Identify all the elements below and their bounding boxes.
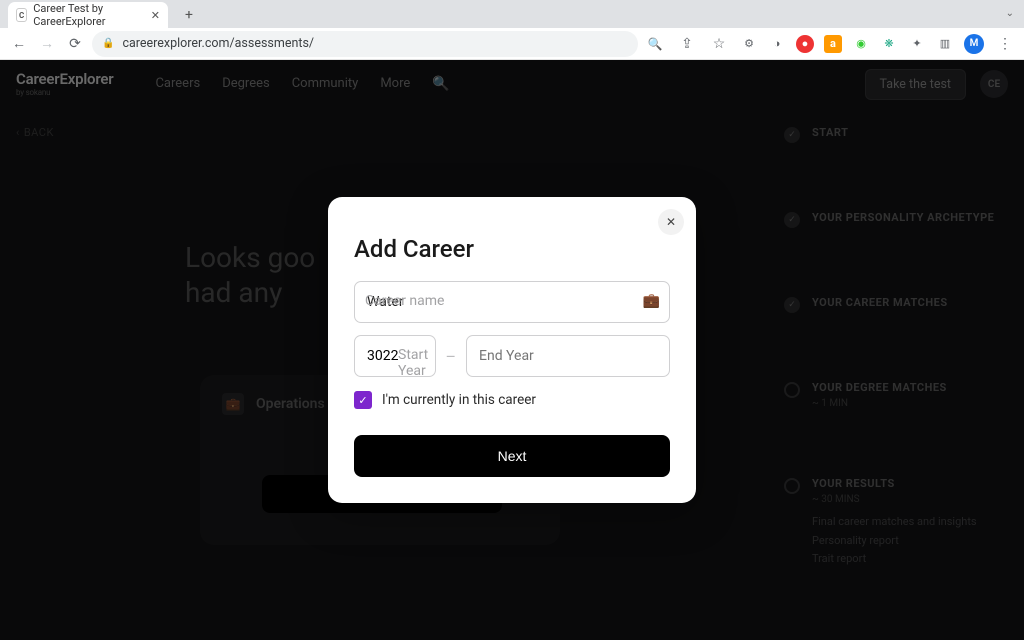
url-text: careerexplorer.com/assessments/	[122, 36, 314, 51]
year-separator: –	[446, 347, 457, 366]
extension-icon-5[interactable]: ◉	[852, 35, 870, 53]
extension-icon-3[interactable]: ●	[796, 35, 814, 53]
chrome-menu-icon[interactable]: ⋮	[994, 33, 1016, 55]
end-year-input[interactable]	[466, 335, 670, 377]
reload-button[interactable]: ⟳	[64, 33, 86, 55]
tab-strip: C Career Test by CareerExplorer ✕ + ⌄	[0, 0, 1024, 28]
modal-title: Add Career	[354, 235, 670, 263]
new-tab-button[interactable]: +	[178, 4, 200, 26]
checkbox-label: I'm currently in this career	[382, 392, 536, 408]
extension-icon-4[interactable]: a	[824, 35, 842, 53]
extension-icon-1[interactable]: ⚙	[740, 35, 758, 53]
page-body: CareerExplorer by sokanu Careers Degrees…	[0, 60, 1024, 640]
modal-overlay[interactable]: ✕ Add Career Career name 💼 Start Year – …	[0, 60, 1024, 640]
tab-close-icon[interactable]: ✕	[151, 9, 160, 22]
extension-icon-2[interactable]: ◑	[768, 35, 786, 53]
tabs-dropdown-icon[interactable]: ⌄	[1006, 8, 1014, 19]
current-career-checkbox-row[interactable]: ✓ I'm currently in this career	[354, 391, 670, 409]
profile-avatar[interactable]: M	[964, 34, 984, 54]
extension-icon-6[interactable]: ❋	[880, 35, 898, 53]
browser-chrome: C Career Test by CareerExplorer ✕ + ⌄ ← …	[0, 0, 1024, 60]
back-button[interactable]: ←	[8, 33, 30, 55]
add-career-modal: ✕ Add Career Career name 💼 Start Year – …	[328, 197, 696, 503]
lock-icon: 🔒	[102, 38, 114, 49]
share-icon[interactable]: ⇪	[676, 33, 698, 55]
briefcase-icon: 💼	[643, 293, 660, 309]
extensions-menu-icon[interactable]: ✦	[908, 35, 926, 53]
tab-title: Career Test by CareerExplorer	[33, 2, 145, 28]
side-panel-icon[interactable]: ▥	[936, 35, 954, 53]
forward-button[interactable]: →	[36, 33, 58, 55]
close-icon[interactable]: ✕	[658, 209, 684, 235]
tab-favicon: C	[16, 8, 27, 22]
toolbar-right: 🔍 ⇪ ☆ ⚙ ◑ ● a ◉ ❋ ✦ ▥ M ⋮	[644, 33, 1016, 55]
address-bar[interactable]: 🔒 careerexplorer.com/assessments/	[92, 31, 638, 57]
browser-tab[interactable]: C Career Test by CareerExplorer ✕	[8, 2, 168, 28]
career-name-input[interactable]	[354, 281, 670, 323]
checkbox-checked-icon[interactable]: ✓	[354, 391, 372, 409]
next-button[interactable]: Next	[354, 435, 670, 477]
search-page-icon[interactable]: 🔍	[644, 33, 666, 55]
bookmark-icon[interactable]: ☆	[708, 33, 730, 55]
start-year-input[interactable]	[354, 335, 436, 377]
browser-toolbar: ← → ⟳ 🔒 careerexplorer.com/assessments/ …	[0, 28, 1024, 60]
